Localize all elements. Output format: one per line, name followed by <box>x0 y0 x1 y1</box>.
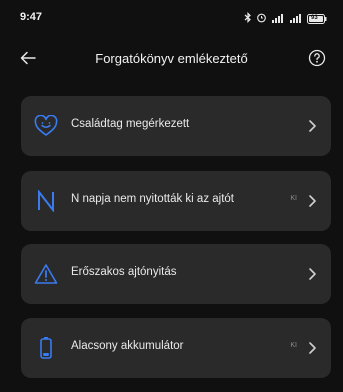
bluetooth-icon <box>244 10 252 28</box>
signal-icon-2 <box>289 10 303 28</box>
chevron-right-icon <box>307 119 317 133</box>
letter-n-icon <box>33 189 59 213</box>
scenario-item-state: KI <box>290 342 297 349</box>
scenario-item-label: Erőszakos ajtónyitás <box>71 266 177 278</box>
question-circle-icon <box>308 49 326 72</box>
scenario-item-state: KI <box>290 195 297 202</box>
scenario-item-label: N napja nem nyitották ki az ajtót <box>71 193 234 205</box>
battery-icon: 93 <box>307 14 327 24</box>
scenario-item-forced-door[interactable]: Erőszakos ajtónyitás <box>21 244 331 304</box>
scenario-item-label: Családtag megérkezett <box>71 118 190 130</box>
status-icons: 93 <box>244 10 327 28</box>
alarm-icon <box>256 10 267 28</box>
page-title: Forgatókönyv emlékeztető <box>95 51 248 66</box>
battery-level: 93 <box>311 15 318 21</box>
status-bar: 9:47 93 <box>0 0 343 36</box>
chevron-right-icon <box>307 267 317 281</box>
battery-low-icon <box>33 336 59 360</box>
scenario-item-family-arrived[interactable]: Családtag megérkezett <box>21 96 331 156</box>
heart-smile-icon <box>33 114 59 138</box>
help-button[interactable] <box>303 46 331 74</box>
scenario-item-low-battery[interactable]: Alacsony akkumulátor KI <box>21 318 331 378</box>
scenario-item-label: Alacsony akkumulátor <box>71 340 184 352</box>
warning-triangle-icon <box>33 262 59 286</box>
header: Forgatókönyv emlékeztető <box>0 44 343 76</box>
signal-icon <box>271 10 285 28</box>
chevron-right-icon <box>307 341 317 355</box>
scenario-item-door-not-opened[interactable]: N napja nem nyitották ki az ajtót KI <box>21 171 331 231</box>
status-time: 9:47 <box>20 11 43 23</box>
chevron-right-icon <box>307 194 317 208</box>
